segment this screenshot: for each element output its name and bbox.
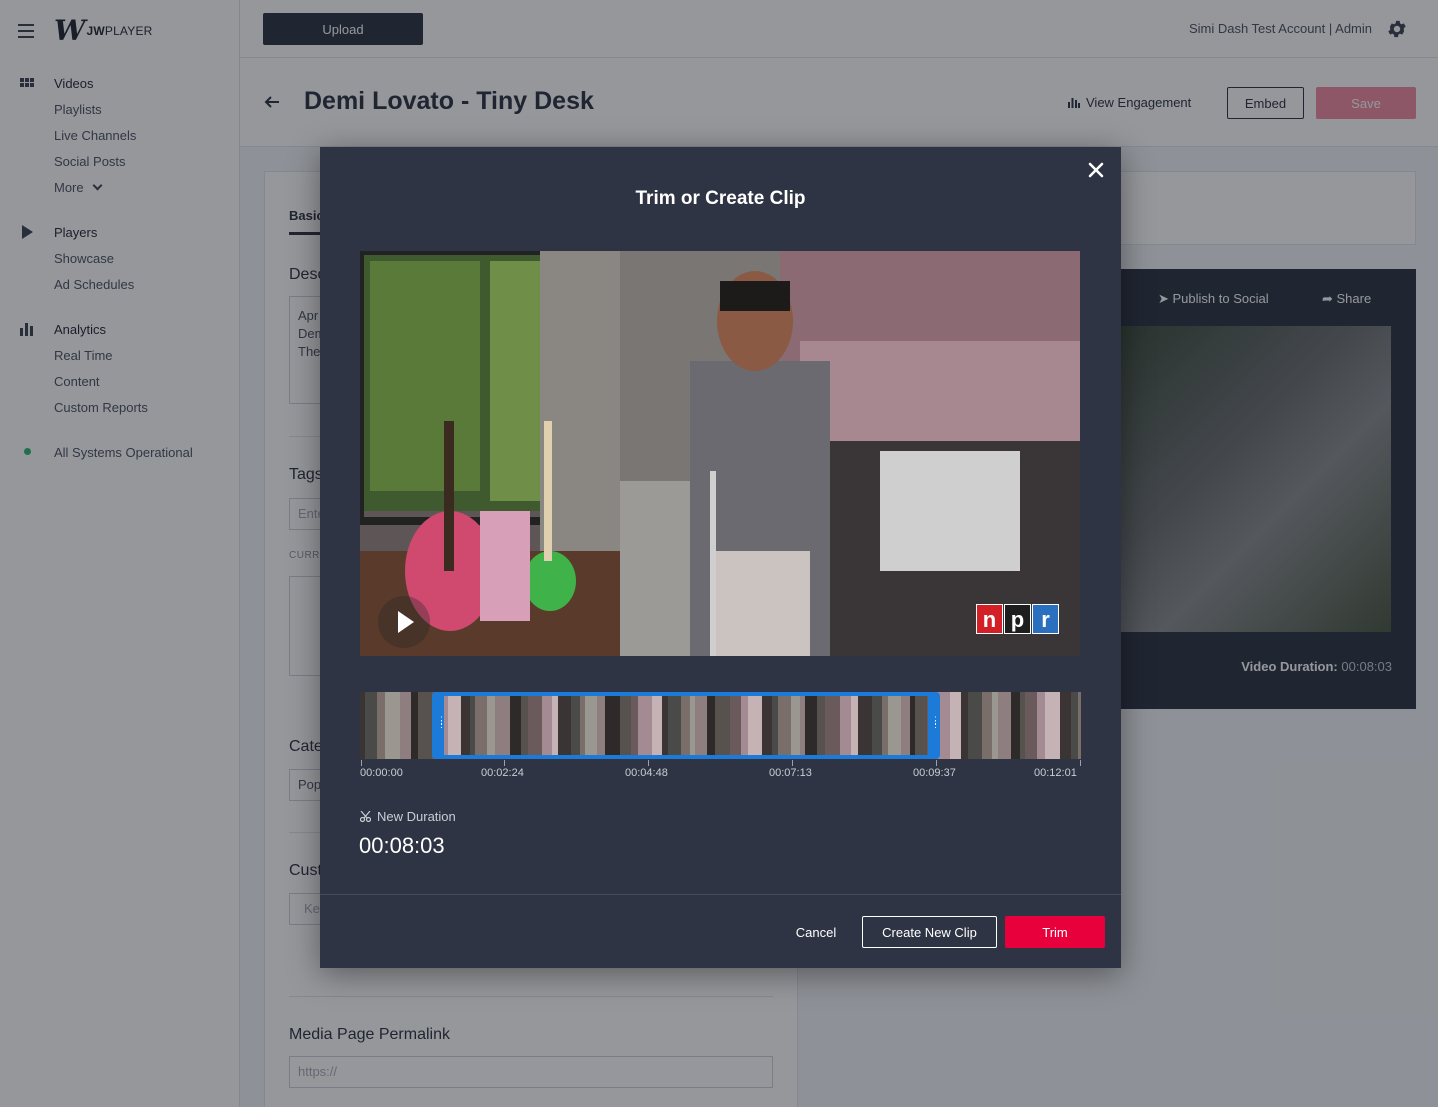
trim-timeline[interactable]: ⋮⋮ ⋮⋮ <box>360 692 1081 759</box>
npr-letter: p <box>1004 604 1031 634</box>
play-button[interactable] <box>378 596 430 648</box>
filmstrip-frame <box>418 692 432 759</box>
close-icon[interactable] <box>1087 161 1105 179</box>
modal-title: Trim or Create Clip <box>635 188 806 209</box>
tick-mark <box>648 760 649 766</box>
tick-mark <box>936 760 937 766</box>
filmstrip-frame <box>1060 692 1071 759</box>
filmstrip-frame <box>1078 692 1081 759</box>
tick-label: 00:02:24 <box>481 767 524 779</box>
create-new-clip-button[interactable]: Create New Clip <box>862 916 997 948</box>
play-icon <box>398 611 414 633</box>
new-duration-text: New Duration <box>377 809 456 824</box>
trim-start-handle-icon[interactable]: ⋮⋮ <box>437 716 446 730</box>
filmstrip-frame <box>400 692 411 759</box>
filmstrip-frame <box>1011 692 1020 759</box>
filmstrip-frame <box>1071 692 1078 759</box>
timeline-ticks <box>360 760 1081 770</box>
tick-label: 00:04:48 <box>625 767 668 779</box>
filmstrip-frame <box>1037 692 1045 759</box>
filmstrip-frame <box>385 692 400 759</box>
filmstrip-frame <box>998 692 1011 759</box>
tick-label: 00:09:37 <box>913 767 956 779</box>
filmstrip-frame <box>961 692 968 759</box>
filmstrip-frame <box>992 692 998 759</box>
trim-selection[interactable] <box>432 692 940 759</box>
trim-clip-modal: Trim or Create Clip n p r 00:00:00 00:02… <box>320 147 1121 968</box>
filmstrip-frame <box>968 692 982 759</box>
filmstrip-frame <box>365 692 377 759</box>
filmstrip-frame <box>950 692 961 759</box>
npr-logo: n p r <box>976 604 1060 634</box>
tick-mark <box>504 760 505 766</box>
filmstrip-frame <box>360 692 365 759</box>
tick-label: 00:07:13 <box>769 767 812 779</box>
scissors-icon <box>360 811 371 822</box>
modal-footer-divider <box>320 894 1121 895</box>
filmstrip-frame <box>982 692 992 759</box>
npr-letter: n <box>976 604 1003 634</box>
tick-mark <box>792 760 793 766</box>
trim-end-handle-icon[interactable]: ⋮⋮ <box>931 716 940 730</box>
tick-mark <box>361 760 362 766</box>
tick-label: 00:12:01 <box>1034 767 1077 779</box>
trim-button[interactable]: Trim <box>1005 916 1105 948</box>
video-player[interactable]: n p r <box>360 251 1080 656</box>
tick-label: 00:00:00 <box>360 767 403 779</box>
filmstrip-frame <box>411 692 418 759</box>
video-frame <box>360 251 1080 656</box>
new-duration-label: New Duration <box>360 809 456 824</box>
tick-mark <box>1080 760 1081 766</box>
filmstrip-frame <box>1020 692 1025 759</box>
cancel-button[interactable]: Cancel <box>786 916 846 948</box>
npr-letter: r <box>1032 604 1059 634</box>
filmstrip-frame <box>1025 692 1037 759</box>
new-duration-value: 00:08:03 <box>359 833 445 858</box>
filmstrip-frame <box>1045 692 1060 759</box>
filmstrip-frame <box>377 692 385 759</box>
